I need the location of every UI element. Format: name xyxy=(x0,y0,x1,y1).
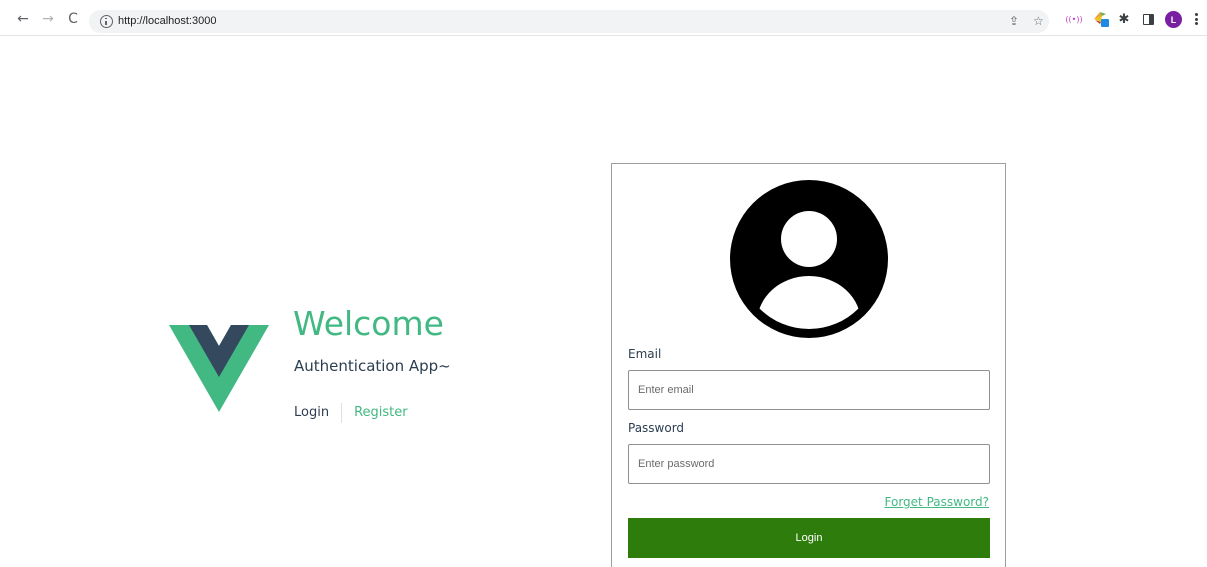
address-bar[interactable]: http://localhost:3000 ⇪ ☆ xyxy=(89,10,1049,33)
hero-nav: Login Register xyxy=(294,402,408,424)
puzzle-extensions-icon[interactable]: ✱ xyxy=(1117,11,1131,27)
email-label: Email xyxy=(628,347,662,361)
login-card: Email Password Forget Password? Login xyxy=(611,163,1006,567)
bookmark-star-icon[interactable]: ☆ xyxy=(1033,15,1044,28)
nav-login-link[interactable]: Login xyxy=(294,403,343,423)
reload-icon[interactable]: C xyxy=(66,12,80,26)
app-subtitle: Authentication App~ xyxy=(294,357,451,375)
welcome-title: Welcome xyxy=(293,304,444,343)
password-label: Password xyxy=(628,421,685,435)
email-field[interactable] xyxy=(628,370,990,410)
forget-password-link[interactable]: Forget Password? xyxy=(885,494,989,510)
back-arrow-icon[interactable]: ← xyxy=(16,12,30,26)
share-icon[interactable]: ⇪ xyxy=(1009,15,1019,28)
side-panel-icon[interactable] xyxy=(1141,11,1155,27)
nav-register-link[interactable]: Register xyxy=(342,403,408,423)
radio-extension-icon[interactable]: ((•)) xyxy=(1065,11,1082,27)
forward-arrow-icon[interactable]: → xyxy=(41,12,55,26)
colorful-extension-icon[interactable] xyxy=(1092,11,1110,27)
vue-logo xyxy=(169,325,269,412)
password-field[interactable] xyxy=(628,444,990,484)
browser-toolbar: ← → C http://localhost:3000 ⇪ ☆ ((•)) ✱ … xyxy=(0,0,1207,36)
info-icon[interactable] xyxy=(100,15,113,28)
url-text[interactable]: http://localhost:3000 xyxy=(118,15,216,28)
login-button[interactable]: Login xyxy=(628,518,990,558)
user-circle-icon xyxy=(730,180,888,338)
kebab-menu-icon[interactable] xyxy=(1192,11,1200,27)
profile-avatar-icon[interactable]: L xyxy=(1165,11,1182,28)
